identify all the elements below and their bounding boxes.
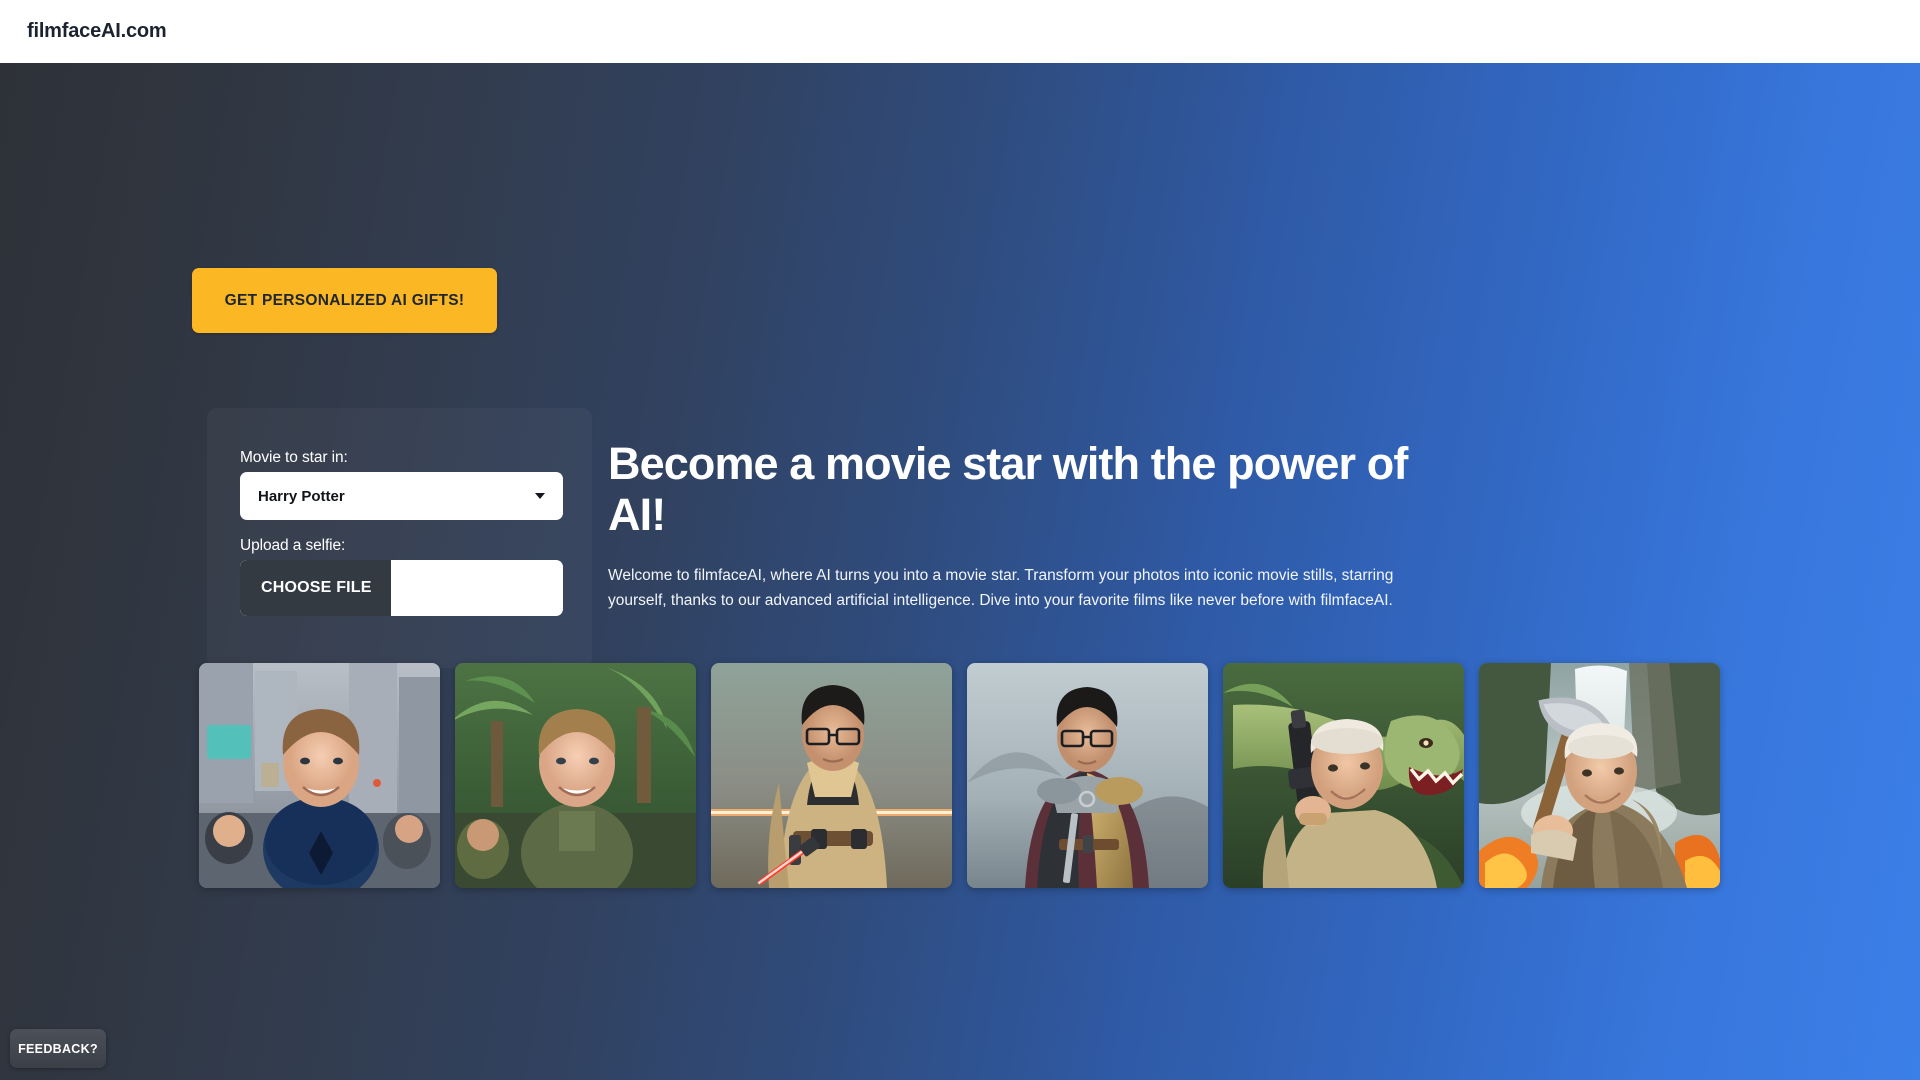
brand-logo[interactable]: filmfaceAI.com — [27, 20, 167, 43]
hero-section: GET PERSONALIZED AI GIFTS! Movie to star… — [0, 63, 1920, 1080]
gallery-item-dinosaur-chase[interactable] — [1223, 663, 1464, 888]
gallery-item-armored-knight[interactable] — [967, 663, 1208, 888]
movie-select[interactable]: Harry Potter — [240, 472, 563, 520]
chevron-down-icon — [535, 493, 545, 499]
gallery-item-spider-hero-city[interactable] — [199, 663, 440, 888]
sample-gallery — [199, 663, 1729, 963]
choose-file-button[interactable]: CHOOSE FILE — [240, 560, 391, 616]
get-personalized-ai-gifts-button[interactable]: GET PERSONALIZED AI GIFTS! — [192, 268, 497, 333]
upload-selfie-label: Upload a selfie: — [240, 537, 346, 554]
selfie-file-input[interactable]: CHOOSE FILE — [240, 560, 563, 616]
page-title: Become a movie star with the power of AI… — [608, 438, 1408, 541]
selected-file-name — [391, 560, 563, 616]
top-navbar: filmfaceAI.com — [0, 0, 1920, 63]
gallery-item-axe-warrior-waterfall[interactable] — [1479, 663, 1720, 888]
generator-form-card: Movie to star in: Harry Potter Upload a … — [207, 408, 592, 668]
gallery-item-jungle-explorer[interactable] — [455, 663, 696, 888]
movie-select-value: Harry Potter — [258, 487, 345, 505]
movie-select-label: Movie to star in: — [240, 449, 348, 466]
hero-description: Welcome to filmfaceAI, where AI turns yo… — [608, 567, 1394, 610]
gallery-item-jedi-lightsaber[interactable] — [711, 663, 952, 888]
feedback-button[interactable]: FEEDBACK? — [10, 1029, 106, 1068]
